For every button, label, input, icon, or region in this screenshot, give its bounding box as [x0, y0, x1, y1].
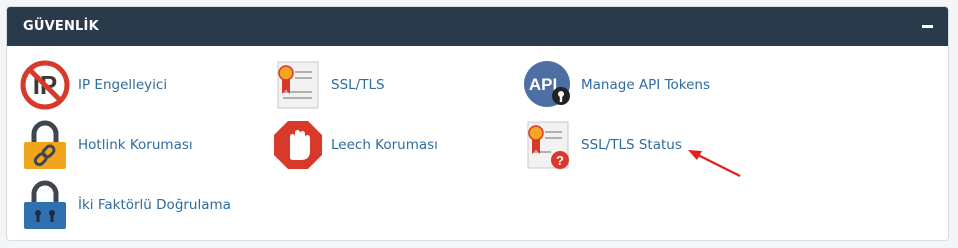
ip-blocker-link[interactable]: IP IP Engelleyici — [20, 60, 167, 110]
api-key-icon: API — [524, 61, 570, 107]
item-label: SSL/TLS — [331, 77, 385, 93]
minus-icon[interactable] — [920, 20, 934, 34]
panel-header[interactable]: GÜVENLİK — [7, 7, 948, 46]
lock-link-icon — [24, 120, 66, 169]
two-factor-lock-icon — [24, 180, 66, 229]
svg-text:API: API — [529, 75, 557, 94]
stop-hand-icon — [274, 121, 322, 169]
item-label: İki Faktörlü Doğrulama — [78, 197, 231, 213]
item-label: Leech Koruması — [331, 137, 438, 153]
ssl-tls-status-link[interactable]: ? SSL/TLS Status — [523, 120, 682, 170]
item-label: Manage API Tokens — [581, 77, 711, 93]
ssl-tls-link[interactable]: SSL/TLS — [273, 60, 385, 110]
ssl-certificate-icon — [277, 61, 319, 109]
red-arrow-pointer — [688, 150, 741, 177]
manage-api-tokens-link[interactable]: API Manage API Tokens — [523, 60, 710, 110]
item-label: IP Engelleyici — [78, 77, 168, 93]
item-label: SSL/TLS Status — [581, 137, 682, 153]
two-factor-auth-link[interactable]: İki Faktörlü Doğrulama — [20, 180, 231, 230]
panel-title: GÜVENLİK — [23, 19, 99, 34]
hotlink-protection-link[interactable]: Hotlink Koruması — [20, 120, 193, 170]
leech-protection-link[interactable]: Leech Koruması — [273, 120, 438, 170]
item-label: Hotlink Koruması — [78, 137, 193, 153]
svg-text:?: ? — [556, 153, 564, 168]
ip-blocker-icon: IP — [20, 60, 70, 110]
ssl-status-icon: ? — [527, 121, 569, 169]
